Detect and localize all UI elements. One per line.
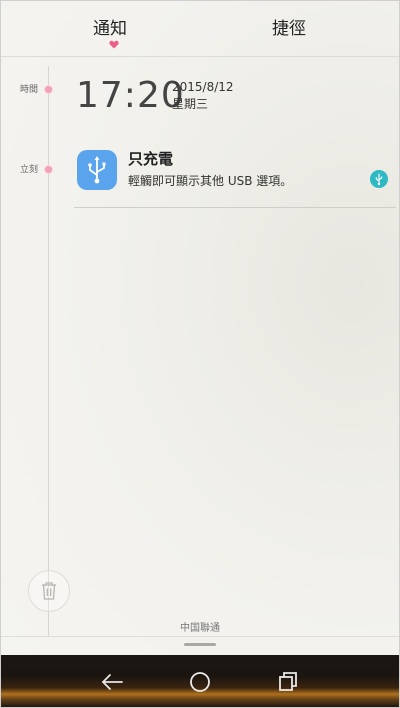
usb-icon xyxy=(88,156,106,184)
nav-home-button[interactable] xyxy=(185,667,215,697)
timeline-dot-time xyxy=(45,86,52,93)
timeline-label-time: 時間 xyxy=(20,85,39,95)
trash-icon xyxy=(42,582,56,600)
shade-tab-bar: 通知 捷徑 xyxy=(0,0,400,57)
clock-date: 2015/8/12 xyxy=(172,80,234,94)
navigation-bar xyxy=(0,655,400,708)
carrier-label: 中国聯通 xyxy=(180,623,220,634)
clear-notifications-button[interactable] xyxy=(28,570,70,612)
back-icon xyxy=(102,674,123,690)
shade-drag-handle[interactable] xyxy=(184,643,216,646)
usb-app-icon xyxy=(77,150,117,190)
timeline-label-now: 立刻 xyxy=(20,165,39,175)
tab-notifications[interactable]: 通知 xyxy=(93,17,127,41)
usb-small-icon xyxy=(375,173,383,186)
notification-card-usb[interactable]: 只充電 輕觸即可顯示其他 USB 選項。 xyxy=(74,143,396,208)
timeline-dot-now xyxy=(45,166,52,173)
notification-title: 只充電 xyxy=(128,150,174,168)
home-icon xyxy=(190,672,210,692)
heart-indicator-icon xyxy=(109,40,119,49)
nav-recent-apps-button[interactable] xyxy=(273,667,303,697)
usb-status-badge xyxy=(370,170,388,188)
footer-divider xyxy=(0,636,400,637)
tab-shortcuts[interactable]: 捷徑 xyxy=(272,17,306,41)
notification-shade: 通知 捷徑 時間 立刻 17:20 2015/8/12 星期三 只充電 輕觸即可… xyxy=(0,0,400,708)
recent-apps-icon xyxy=(279,672,297,691)
nav-back-button[interactable] xyxy=(97,667,127,697)
notification-text: 輕觸即可顯示其他 USB 選項。 xyxy=(128,174,293,188)
timeline-line xyxy=(48,66,49,636)
clock-weekday: 星期三 xyxy=(172,97,209,111)
clock-time: 17:20 xyxy=(76,75,185,116)
